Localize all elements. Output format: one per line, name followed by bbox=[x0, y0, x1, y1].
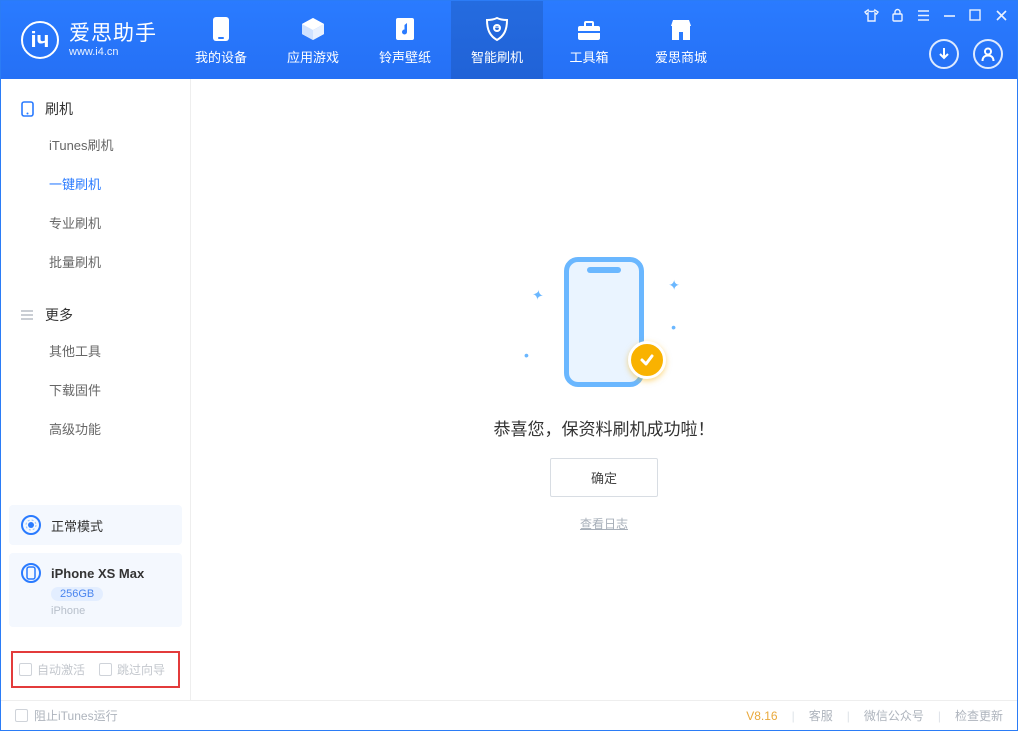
tab-toolbox[interactable]: 工具箱 bbox=[543, 1, 635, 79]
device-type: iPhone bbox=[51, 605, 85, 617]
app-logo-icon: iч bbox=[21, 21, 59, 59]
tab-label: 工具箱 bbox=[569, 47, 608, 66]
header-right-buttons bbox=[929, 39, 1003, 69]
checkbox-icon bbox=[15, 709, 28, 722]
version-label: V8.16 bbox=[746, 709, 777, 723]
sidebar: 刷机 iTunes刷机 一键刷机 专业刷机 批量刷机 更多 其他工具 下载固件 … bbox=[1, 79, 191, 700]
minimize-icon[interactable] bbox=[939, 5, 959, 25]
tab-label: 智能刷机 bbox=[471, 47, 523, 66]
header: iч 爱思助手 www.i4.cn 我的设备 应用游戏 铃声壁纸 智能刷机 bbox=[1, 1, 1017, 79]
check-circle-icon bbox=[628, 341, 666, 379]
tab-my-device[interactable]: 我的设备 bbox=[175, 1, 267, 79]
download-button[interactable] bbox=[929, 39, 959, 69]
checkbox-auto-activate[interactable]: 自动激活 bbox=[19, 661, 85, 678]
tab-store[interactable]: 爱思商城 bbox=[635, 1, 727, 79]
mode-card[interactable]: 正常模式 bbox=[9, 505, 182, 545]
maximize-icon[interactable] bbox=[965, 5, 985, 25]
cube-icon bbox=[300, 14, 326, 42]
app-url: www.i4.cn bbox=[69, 46, 157, 58]
sparkle-icon: • bbox=[671, 319, 676, 335]
header-tabs: 我的设备 应用游戏 铃声壁纸 智能刷机 工具箱 爱思商城 bbox=[175, 1, 727, 79]
device-name: iPhone XS Max bbox=[51, 566, 144, 581]
window-controls bbox=[861, 5, 1011, 25]
sidebar-section-flash: 刷机 bbox=[1, 89, 190, 125]
toolbox-icon bbox=[576, 14, 602, 42]
lock-icon[interactable] bbox=[887, 5, 907, 25]
sidebar-item-download-firmware[interactable]: 下载固件 bbox=[1, 370, 190, 409]
success-message: 恭喜您，保资料刷机成功啦！ bbox=[494, 415, 715, 440]
checkbox-icon bbox=[19, 663, 32, 676]
body: 刷机 iTunes刷机 一键刷机 专业刷机 批量刷机 更多 其他工具 下载固件 … bbox=[1, 79, 1017, 700]
check-update-link[interactable]: 检查更新 bbox=[955, 707, 1003, 724]
close-icon[interactable] bbox=[991, 5, 1011, 25]
checkbox-label: 跳过向导 bbox=[117, 661, 165, 678]
ok-button[interactable]: 确定 bbox=[550, 458, 658, 497]
app-title: 爱思助手 bbox=[69, 22, 157, 45]
user-button[interactable] bbox=[973, 39, 1003, 69]
sidebar-item-oneclick-flash[interactable]: 一键刷机 bbox=[1, 164, 190, 203]
tab-label: 应用游戏 bbox=[287, 47, 339, 66]
tab-label: 爱思商城 bbox=[655, 47, 707, 66]
shield-icon bbox=[484, 14, 510, 42]
checkbox-block-itunes[interactable]: 阻止iTunes运行 bbox=[15, 707, 118, 724]
music-icon bbox=[393, 14, 417, 42]
tab-apps-games[interactable]: 应用游戏 bbox=[267, 1, 359, 79]
sparkle-icon: ✦ bbox=[668, 277, 680, 294]
list-icon bbox=[19, 307, 35, 323]
checkbox-skip-guide[interactable]: 跳过向导 bbox=[99, 661, 165, 678]
menu-icon[interactable] bbox=[913, 5, 933, 25]
section-title: 更多 bbox=[45, 305, 73, 325]
support-link[interactable]: 客服 bbox=[809, 707, 833, 724]
tab-label: 我的设备 bbox=[195, 47, 247, 66]
sidebar-item-pro-flash[interactable]: 专业刷机 bbox=[1, 203, 190, 242]
tshirt-icon[interactable] bbox=[861, 5, 881, 25]
sparkle-icon: ✦ bbox=[531, 286, 546, 305]
section-title: 刷机 bbox=[45, 99, 73, 119]
device-card[interactable]: iPhone XS Max 256GB iPhone bbox=[9, 553, 182, 627]
device-icon bbox=[210, 14, 232, 42]
view-log-link[interactable]: 查看日志 bbox=[580, 515, 628, 532]
device-icon bbox=[21, 563, 41, 583]
checkbox-label: 自动激活 bbox=[37, 661, 85, 678]
sidebar-item-batch-flash[interactable]: 批量刷机 bbox=[1, 242, 190, 281]
sidebar-item-itunes-flash[interactable]: iTunes刷机 bbox=[1, 125, 190, 164]
main-content: ✦ ✦ • • 恭喜您，保资料刷机成功啦！ 确定 查看日志 bbox=[191, 79, 1017, 700]
checkbox-label: 阻止iTunes运行 bbox=[34, 707, 118, 724]
tab-ring-wallpaper[interactable]: 铃声壁纸 bbox=[359, 1, 451, 79]
sidebar-item-advanced[interactable]: 高级功能 bbox=[1, 409, 190, 448]
store-icon bbox=[668, 14, 694, 42]
sidebar-section-more: 更多 bbox=[1, 295, 190, 331]
logo: iч 爱思助手 www.i4.cn bbox=[1, 1, 175, 79]
tab-smart-flash[interactable]: 智能刷机 bbox=[451, 1, 543, 79]
checkbox-icon bbox=[99, 663, 112, 676]
sidebar-item-other-tools[interactable]: 其他工具 bbox=[1, 331, 190, 370]
storage-badge: 256GB bbox=[51, 587, 103, 601]
tab-label: 铃声壁纸 bbox=[379, 47, 431, 66]
footer: 阻止iTunes运行 V8.16 | 客服 | 微信公众号 | 检查更新 bbox=[1, 700, 1017, 730]
sparkle-icon: • bbox=[524, 347, 529, 363]
mode-label: 正常模式 bbox=[51, 516, 103, 535]
phone-icon bbox=[19, 101, 35, 117]
wechat-link[interactable]: 微信公众号 bbox=[864, 707, 924, 724]
success-illustration: ✦ ✦ • • bbox=[524, 247, 684, 397]
app-window: iч 爱思助手 www.i4.cn 我的设备 应用游戏 铃声壁纸 智能刷机 bbox=[0, 0, 1018, 731]
mode-icon bbox=[21, 515, 41, 535]
flash-options-highlight: 自动激活 跳过向导 bbox=[11, 651, 180, 688]
